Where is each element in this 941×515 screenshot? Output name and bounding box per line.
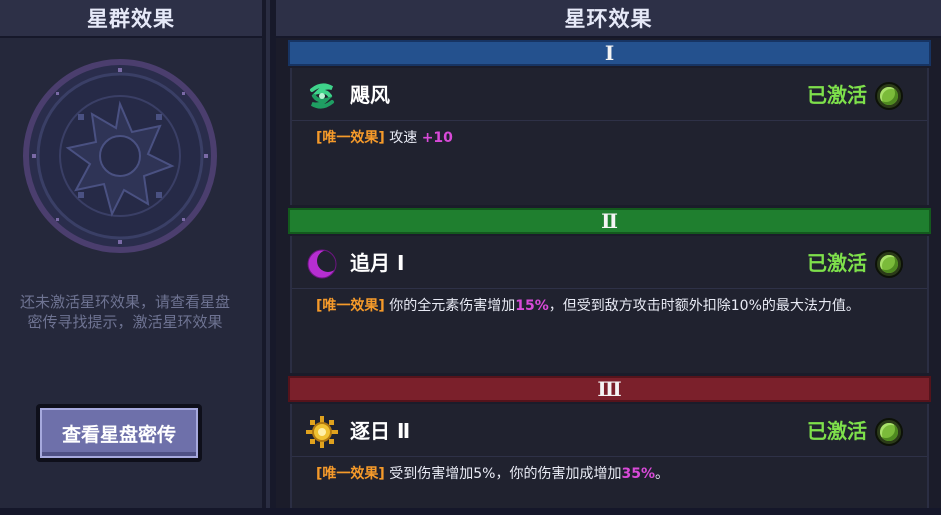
view-star-chart-button[interactable]: 查看星盘密传 [36,404,202,462]
tier-3-status: 已激活 [807,419,867,443]
hint-line-1: 还未激活星环效果，请查看星盘 [19,293,230,311]
tier-3-description: [唯一效果] 受到伤害增加5%，你的伤害加成增加35%。 [316,464,906,484]
tier-2-header: Ⅱ [288,208,931,234]
tier-1-card-header: 飓风 已激活 [292,68,927,121]
tier-2-skill-name: 追月 Ⅰ [350,251,405,275]
tier-3-skill-name: 逐日 Ⅱ [350,419,411,443]
star-ring-panel-title: 星环效果 [276,0,941,38]
star-disc-icon [23,59,217,253]
tier-1-status: 已激活 [807,83,867,107]
tier-3-card: 逐日 Ⅱ 已激活 [唯一效果] 受到伤害增加5%，你的伤害加成增加35%。 [290,404,929,515]
tier-3-active-gem-icon [875,418,903,446]
hint-line-2: 密传寻找提示，激活星环效果 [27,313,223,331]
desc-text-after: ，但受到敌方攻击时额外扣除10%的最大法力值。 [548,298,860,314]
tier-1-active-gem-icon [875,82,903,110]
tier-1-description: [唯一效果] 攻速 +10 [316,128,906,148]
tier-1-card: 飓风 已激活 [唯一效果] 攻速 +10 [290,68,929,205]
tier-2-status: 已激活 [807,251,867,275]
desc-highlight: 35% [621,466,655,482]
unique-effect-tag: [唯一效果] [316,298,385,314]
desc-text: 攻速 [384,130,422,146]
tier-3-card-header: 逐日 Ⅱ 已激活 [292,404,927,457]
view-star-chart-label: 查看星盘密传 [40,408,198,458]
tier-2-active-gem-icon [875,250,903,278]
unique-effect-tag: [唯一效果] [316,130,385,146]
tier-1-skill-name: 飓风 [350,83,390,107]
bottom-edge [0,508,941,515]
desc-highlight: +10 [421,130,453,146]
tier-2-description: [唯一效果] 你的全元素伤害增加15%，但受到敌方攻击时额外扣除10%的最大法力… [316,296,906,316]
sun-icon [306,416,338,448]
tier-2-card: 追月 Ⅰ 已激活 [唯一效果] 你的全元素伤害增加15%，但受到敌方攻击时额外扣… [290,236,929,373]
desc-text: 受到伤害增加5%，你的伤害加成增加 [384,466,622,482]
panel-divider [262,0,276,515]
tier-1-header: Ⅰ [288,40,931,66]
desc-text: 你的全元素伤害增加 [384,298,516,314]
desc-text-after: 。 [654,466,669,482]
desc-highlight: 15% [515,298,549,314]
constellation-panel: 星群效果 还未激活星环效果，请查看星盘 密传寻找提示，激活星环效果 查看星盘密传 [0,0,262,515]
constellation-panel-title: 星群效果 [0,0,262,38]
crescent-moon-icon [307,249,338,279]
activation-hint: 还未激活星环效果，请查看星盘 密传寻找提示，激活星环效果 [0,292,256,332]
tier-2-card-header: 追月 Ⅰ 已激活 [292,236,927,289]
tier-3-header: Ⅲ [288,376,931,402]
cyclone-icon [310,83,334,109]
unique-effect-tag: [唯一效果] [316,466,385,482]
